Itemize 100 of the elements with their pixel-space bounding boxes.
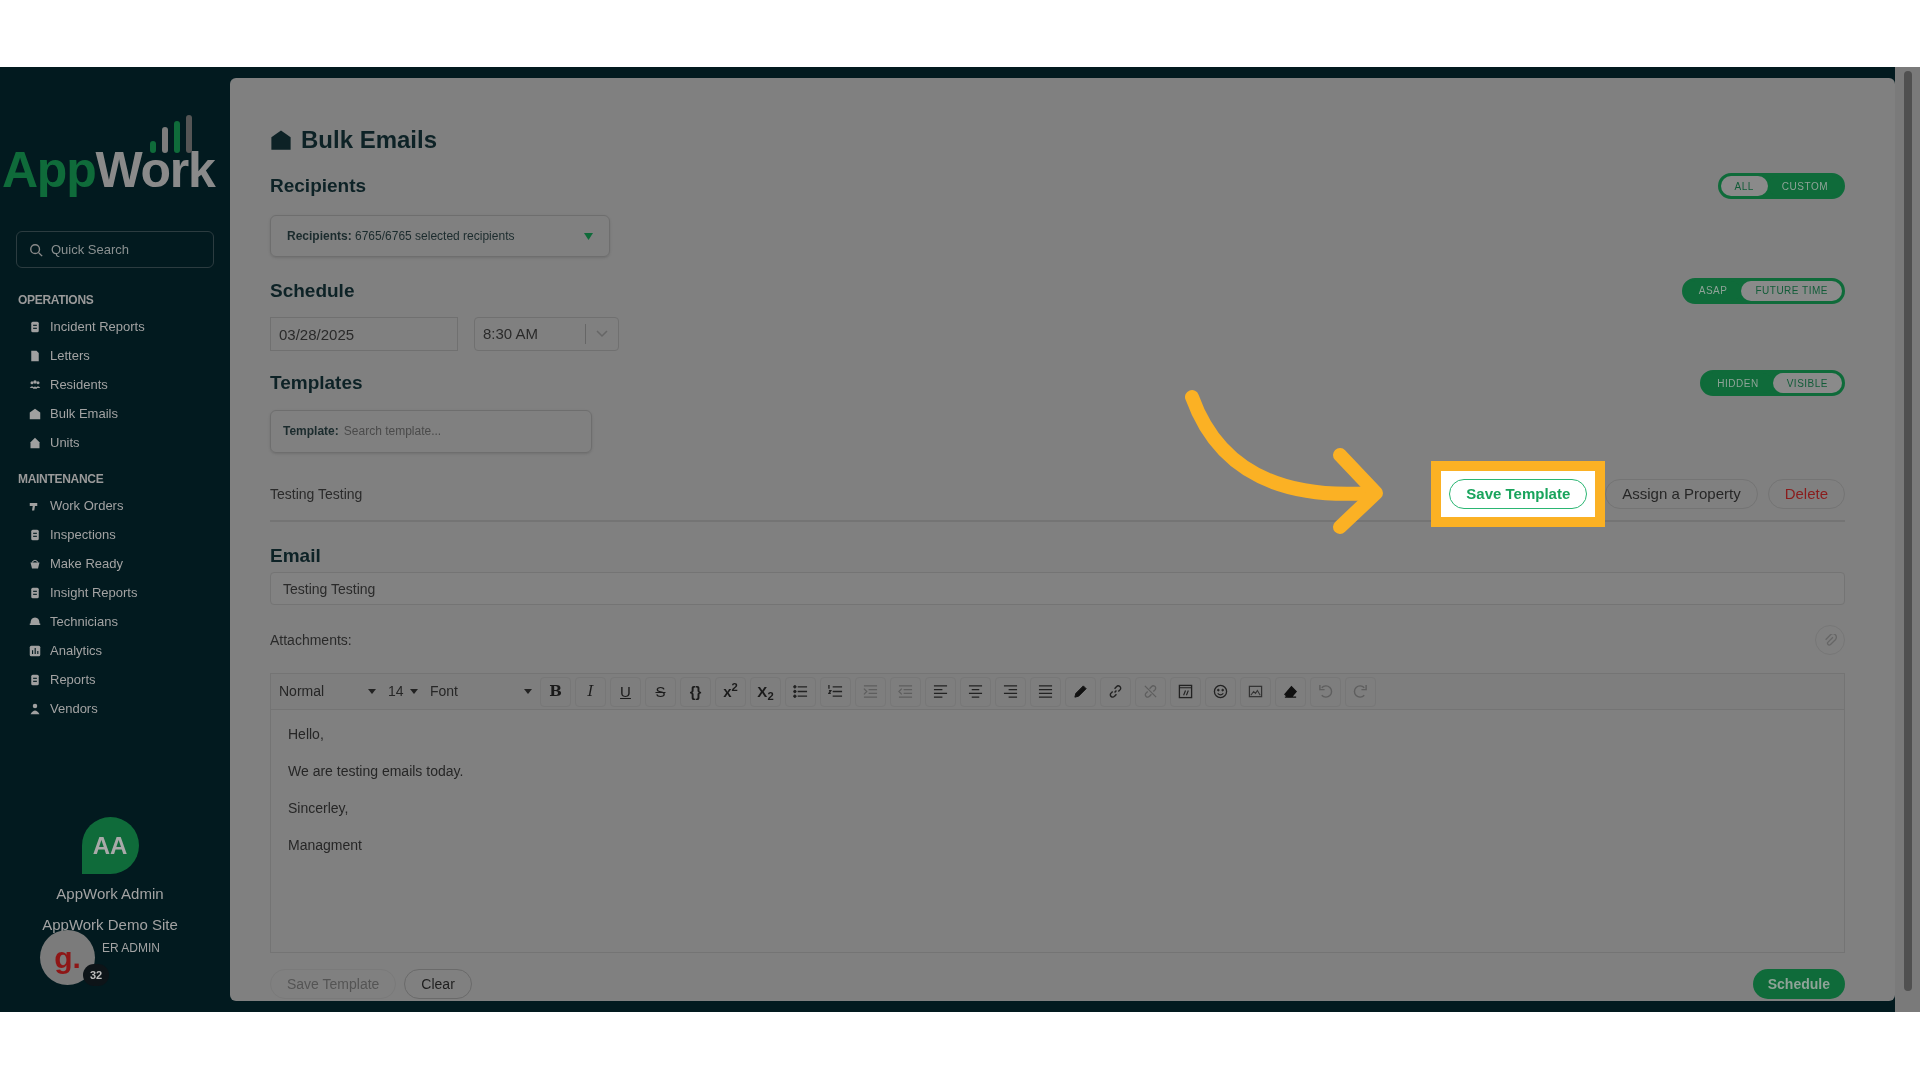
- image-button[interactable]: [1240, 676, 1271, 707]
- subject-field[interactable]: Testing Testing: [270, 572, 1845, 605]
- sidebar-item[interactable]: Residents: [0, 370, 230, 399]
- code-block-icon: [1178, 684, 1193, 699]
- section-heading: OPERATIONS: [17, 292, 95, 309]
- numbered-list-button[interactable]: [820, 676, 851, 707]
- sidebar-item[interactable]: Inspections: [0, 520, 230, 549]
- sidebar-item[interactable]: Vendors: [0, 694, 230, 723]
- link-button[interactable]: [1100, 676, 1131, 707]
- dropdown[interactable]: Font: [426, 676, 536, 707]
- dropdown[interactable]: 14: [384, 676, 422, 707]
- attachments-label: Attachments:: [270, 630, 352, 650]
- eraser-button[interactable]: [1275, 676, 1306, 707]
- section-heading: Templates: [270, 371, 363, 395]
- body-text: Sincerley,: [288, 799, 350, 818]
- save-template-button[interactable]: Save Template: [1449, 479, 1588, 509]
- house-icon: [29, 436, 41, 449]
- format-button[interactable]: {}: [680, 676, 711, 707]
- pen-button[interactable]: [1065, 676, 1096, 707]
- outdent-icon: [898, 684, 913, 699]
- caret-icon: [584, 231, 593, 240]
- align-right-button[interactable]: [995, 676, 1026, 707]
- sidebar-item[interactable]: Bulk Emails: [0, 399, 230, 428]
- eraser-icon: [1283, 684, 1298, 699]
- logo-text: Work: [95, 145, 215, 195]
- sidebar-item[interactable]: Reports: [0, 665, 230, 694]
- format-button[interactable]: B: [540, 676, 571, 707]
- align-right-icon: [1003, 684, 1018, 699]
- time-dropdown[interactable]: 8:30 AM: [474, 317, 619, 351]
- template-name: Testing Testing: [270, 484, 363, 504]
- signal-bars-icon: [150, 115, 192, 153]
- sidebar-item[interactable]: Analytics: [0, 636, 230, 665]
- sidebar-item[interactable]: Insight Reports: [0, 578, 230, 607]
- people-icon: [29, 378, 41, 391]
- align-left-button[interactable]: [925, 676, 956, 707]
- document-icon: [29, 320, 41, 333]
- numbered-list-icon: [828, 684, 843, 699]
- caret-icon: [524, 689, 532, 694]
- body-text: We are testing emails today.: [288, 762, 465, 781]
- justify-icon: [1038, 684, 1053, 699]
- format-button[interactable]: U: [610, 676, 641, 707]
- format-button[interactable]: x$^{2}$: [715, 676, 746, 707]
- bulleted-list-button[interactable]: [785, 676, 816, 707]
- sidebar-item[interactable]: Technicians: [0, 607, 230, 636]
- toggle-option[interactable]: ALL: [1720, 176, 1768, 197]
- sidebar-item[interactable]: Work Orders: [0, 491, 230, 520]
- justify-button[interactable]: [1030, 676, 1061, 707]
- badge: 32: [83, 964, 110, 986]
- align-center-button[interactable]: [960, 676, 991, 707]
- document-icon: [29, 586, 41, 599]
- file-icon: [29, 349, 41, 362]
- sidebar-item[interactable]: Letters: [0, 341, 230, 370]
- document-icon: [29, 673, 41, 686]
- caret-icon: [368, 689, 376, 694]
- recipients-dropdown[interactable]: Recipients: 6765/6765 selected recipients: [270, 214, 610, 257]
- page-title: Bulk Emails: [301, 125, 438, 155]
- toggle-option[interactable]: VISIBLE: [1772, 373, 1842, 394]
- sidebar-item[interactable]: Make Ready: [0, 549, 230, 578]
- section-heading: Recipients: [270, 174, 367, 198]
- body-text: Hello,: [288, 725, 325, 744]
- dropdown-value: Recipients: 6765/6765 selected recipients: [287, 227, 515, 245]
- document-icon: [29, 528, 41, 541]
- section-heading: Email: [270, 543, 322, 568]
- chart-icon: [29, 644, 41, 657]
- unlink-icon: [1143, 684, 1158, 699]
- search-icon: [29, 241, 43, 258]
- date-field[interactable]: 03/28/2025: [270, 317, 458, 351]
- search-field[interactable]: Quick Search: [51, 235, 201, 264]
- section-heading: MAINTENANCE: [17, 471, 105, 488]
- format-button[interactable]: S: [645, 676, 676, 707]
- bulleted-list-icon: [793, 684, 808, 699]
- code-block-button[interactable]: [1170, 676, 1201, 707]
- smiley-icon: [1213, 684, 1228, 699]
- basket-icon: [29, 557, 41, 570]
- search-field[interactable]: Quick Search: [16, 231, 214, 268]
- user-name: AppWork Admin: [56, 884, 164, 904]
- helmet-icon: [29, 615, 41, 628]
- link-icon: [1108, 684, 1123, 699]
- sidebar-item[interactable]: Incident Reports: [0, 312, 230, 341]
- field-label: Template:: [283, 423, 339, 440]
- person-icon: [29, 702, 41, 715]
- paperclip-icon: [1823, 633, 1837, 647]
- format-button[interactable]: I: [575, 676, 606, 707]
- sidebar-item[interactable]: Units: [0, 428, 230, 457]
- smiley-button[interactable]: [1205, 676, 1236, 707]
- chevron-down-icon: [596, 330, 608, 338]
- pen-icon: [1073, 684, 1088, 699]
- undo-icon: [1318, 684, 1333, 699]
- section-heading: Schedule: [270, 278, 355, 303]
- user-role: ER ADMIN: [101, 940, 160, 957]
- align-left-icon: [933, 684, 948, 699]
- image-icon: [1248, 684, 1263, 699]
- dropdown[interactable]: Normal: [275, 676, 380, 707]
- caret-icon: [410, 689, 418, 694]
- toggle-option[interactable]: FUTURE TIME: [1741, 280, 1842, 301]
- align-center-icon: [968, 684, 983, 699]
- format-button[interactable]: X$_{2}$: [750, 676, 781, 707]
- scrollbar-thumb[interactable]: [1903, 71, 1912, 991]
- schedule-button[interactable]: Schedule: [1752, 969, 1845, 999]
- indent-icon: [863, 684, 878, 699]
